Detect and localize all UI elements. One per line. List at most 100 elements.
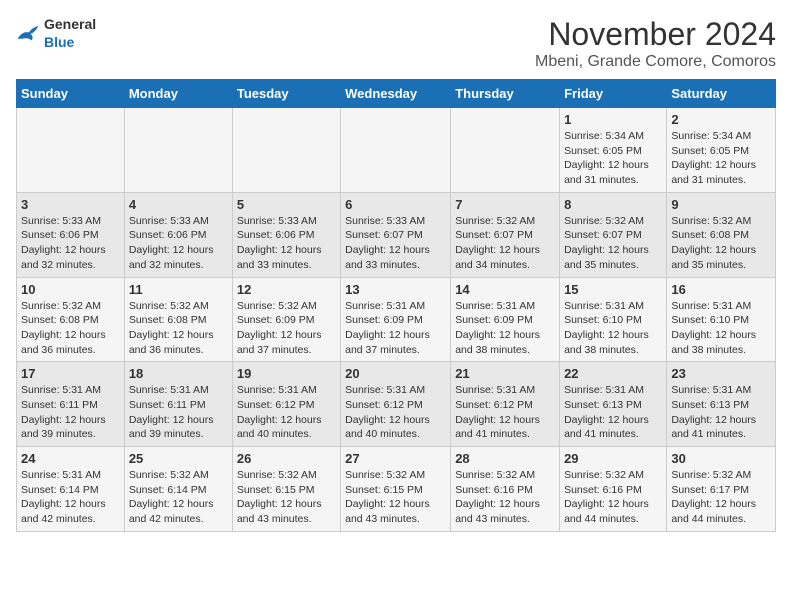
day-number: 18 [129, 366, 228, 381]
day-info: Sunrise: 5:32 AM Sunset: 6:09 PM Dayligh… [237, 299, 336, 358]
day-number: 9 [671, 197, 771, 212]
day-info: Sunrise: 5:33 AM Sunset: 6:07 PM Dayligh… [345, 214, 446, 273]
calendar-table: SundayMondayTuesdayWednesdayThursdayFrid… [16, 79, 776, 532]
day-number: 10 [21, 282, 120, 297]
calendar-week-1: 1Sunrise: 5:34 AM Sunset: 6:05 PM Daylig… [17, 108, 776, 193]
calendar-day-cell: 20 Sunrise: 5:31 AM Sunset: 6:12 PM Dayli… [341, 362, 451, 447]
day-number: 15 [564, 282, 662, 297]
day-number: 27 [345, 451, 446, 466]
calendar-header-wednesday: Wednesday [341, 80, 451, 108]
day-number: 23 [671, 366, 771, 381]
day-number: 29 [564, 451, 662, 466]
day-number: 6 [345, 197, 446, 212]
calendar-day-cell: 3Sunrise: 5:33 AM Sunset: 6:06 PM Daylig… [17, 192, 125, 277]
calendar-header-monday: Monday [124, 80, 232, 108]
day-info: Sunrise: 5:32 AM Sunset: 6:14 PM Dayligh… [129, 468, 228, 527]
calendar-header-saturday: Saturday [667, 80, 776, 108]
calendar-week-4: 17 Sunrise: 5:31 AM Sunset: 6:11 PM Dayli… [17, 362, 776, 447]
calendar-day-cell [232, 108, 340, 193]
day-info: Sunrise: 5:32 AM Sunset: 6:08 PM Dayligh… [21, 299, 120, 358]
calendar-day-cell: 1Sunrise: 5:34 AM Sunset: 6:05 PM Daylig… [560, 108, 667, 193]
day-info: Sunrise: 5:32 AM Sunset: 6:07 PM Dayligh… [564, 214, 662, 273]
day-number: 12 [237, 282, 336, 297]
title-area: November 2024 Mbeni, Grande Comore, Como… [535, 16, 776, 71]
calendar-day-cell: 19Sunrise: 5:31 AM Sunset: 6:12 PM Dayli… [232, 362, 340, 447]
calendar-day-cell: 2 Sunrise: 5:34 AM Sunset: 6:05 PM Daylig… [667, 108, 776, 193]
day-info: Sunrise: 5:31 AM Sunset: 6:10 PM Dayligh… [671, 299, 771, 358]
calendar-week-5: 24 Sunrise: 5:31 AM Sunset: 6:14 PM Dayli… [17, 447, 776, 532]
calendar-day-cell: 5 Sunrise: 5:33 AM Sunset: 6:06 PM Daylig… [232, 192, 340, 277]
calendar-day-cell: 23Sunrise: 5:31 AM Sunset: 6:13 PM Dayli… [667, 362, 776, 447]
day-info: Sunrise: 5:33 AM Sunset: 6:06 PM Dayligh… [129, 214, 228, 273]
day-number: 5 [237, 197, 336, 212]
calendar-day-cell: 27 Sunrise: 5:32 AM Sunset: 6:15 PM Dayli… [341, 447, 451, 532]
calendar-day-cell: 17 Sunrise: 5:31 AM Sunset: 6:11 PM Dayli… [17, 362, 125, 447]
calendar-day-cell: 10 Sunrise: 5:32 AM Sunset: 6:08 PM Dayli… [17, 277, 125, 362]
calendar-day-cell: 6 Sunrise: 5:33 AM Sunset: 6:07 PM Daylig… [341, 192, 451, 277]
day-info: Sunrise: 5:31 AM Sunset: 6:13 PM Dayligh… [564, 383, 662, 442]
header: General Blue November 2024 Mbeni, Grande… [16, 16, 776, 71]
calendar-day-cell: 22Sunrise: 5:31 AM Sunset: 6:13 PM Dayli… [560, 362, 667, 447]
day-info: Sunrise: 5:31 AM Sunset: 6:09 PM Dayligh… [455, 299, 555, 358]
day-number: 14 [455, 282, 555, 297]
day-info: Sunrise: 5:32 AM Sunset: 6:16 PM Dayligh… [564, 468, 662, 527]
calendar-day-cell: 18 Sunrise: 5:31 AM Sunset: 6:11 PM Dayli… [124, 362, 232, 447]
calendar-day-cell [17, 108, 125, 193]
day-number: 25 [129, 451, 228, 466]
day-number: 28 [455, 451, 555, 466]
calendar-header-tuesday: Tuesday [232, 80, 340, 108]
day-info: Sunrise: 5:33 AM Sunset: 6:06 PM Dayligh… [237, 214, 336, 273]
calendar-day-cell: 4 Sunrise: 5:33 AM Sunset: 6:06 PM Daylig… [124, 192, 232, 277]
calendar-header-sunday: Sunday [17, 80, 125, 108]
day-info: Sunrise: 5:31 AM Sunset: 6:11 PM Dayligh… [129, 383, 228, 442]
calendar-day-cell: 14 Sunrise: 5:31 AM Sunset: 6:09 PM Dayli… [451, 277, 560, 362]
day-info: Sunrise: 5:31 AM Sunset: 6:14 PM Dayligh… [21, 468, 120, 527]
day-number: 26 [237, 451, 336, 466]
calendar-day-cell: 9 Sunrise: 5:32 AM Sunset: 6:08 PM Daylig… [667, 192, 776, 277]
day-number: 4 [129, 197, 228, 212]
page-title: November 2024 [535, 16, 776, 53]
calendar-day-cell [451, 108, 560, 193]
day-info: Sunrise: 5:31 AM Sunset: 6:10 PM Dayligh… [564, 299, 662, 358]
day-number: 17 [21, 366, 120, 381]
calendar-day-cell: 24 Sunrise: 5:31 AM Sunset: 6:14 PM Dayli… [17, 447, 125, 532]
day-number: 13 [345, 282, 446, 297]
calendar-day-cell: 30Sunrise: 5:32 AM Sunset: 6:17 PM Dayli… [667, 447, 776, 532]
day-info: Sunrise: 5:32 AM Sunset: 6:16 PM Dayligh… [455, 468, 555, 527]
calendar-day-cell: 16 Sunrise: 5:31 AM Sunset: 6:10 PM Dayli… [667, 277, 776, 362]
day-info: Sunrise: 5:31 AM Sunset: 6:12 PM Dayligh… [455, 383, 555, 442]
logo-general: General [44, 16, 96, 32]
day-info: Sunrise: 5:32 AM Sunset: 6:15 PM Dayligh… [345, 468, 446, 527]
calendar-day-cell: 12 Sunrise: 5:32 AM Sunset: 6:09 PM Dayli… [232, 277, 340, 362]
day-info: Sunrise: 5:31 AM Sunset: 6:12 PM Dayligh… [345, 383, 446, 442]
calendar-day-cell: 26 Sunrise: 5:32 AM Sunset: 6:15 PM Dayli… [232, 447, 340, 532]
day-number: 3 [21, 197, 120, 212]
day-info: Sunrise: 5:32 AM Sunset: 6:08 PM Dayligh… [129, 299, 228, 358]
logo-bird-icon [16, 24, 40, 44]
day-number: 24 [21, 451, 120, 466]
day-info: Sunrise: 5:32 AM Sunset: 6:08 PM Dayligh… [671, 214, 771, 273]
calendar-day-cell: 21Sunrise: 5:31 AM Sunset: 6:12 PM Dayli… [451, 362, 560, 447]
day-number: 11 [129, 282, 228, 297]
calendar-header-friday: Friday [560, 80, 667, 108]
day-info: Sunrise: 5:31 AM Sunset: 6:11 PM Dayligh… [21, 383, 120, 442]
day-number: 16 [671, 282, 771, 297]
calendar-day-cell: 28 Sunrise: 5:32 AM Sunset: 6:16 PM Dayli… [451, 447, 560, 532]
calendar-day-cell: 25 Sunrise: 5:32 AM Sunset: 6:14 PM Dayli… [124, 447, 232, 532]
calendar-day-cell: 7Sunrise: 5:32 AM Sunset: 6:07 PM Daylig… [451, 192, 560, 277]
day-number: 2 [671, 112, 771, 127]
calendar-day-cell: 11 Sunrise: 5:32 AM Sunset: 6:08 PM Dayli… [124, 277, 232, 362]
calendar-week-3: 10 Sunrise: 5:32 AM Sunset: 6:08 PM Dayli… [17, 277, 776, 362]
day-info: Sunrise: 5:34 AM Sunset: 6:05 PM Dayligh… [671, 129, 771, 188]
calendar-day-cell [341, 108, 451, 193]
day-info: Sunrise: 5:34 AM Sunset: 6:05 PM Dayligh… [564, 129, 662, 188]
logo-text: General Blue [44, 16, 96, 52]
page-subtitle: Mbeni, Grande Comore, Comoros [535, 53, 776, 71]
calendar-day-cell: 29 Sunrise: 5:32 AM Sunset: 6:16 PM Dayli… [560, 447, 667, 532]
day-number: 20 [345, 366, 446, 381]
logo-blue: Blue [44, 34, 74, 50]
day-info: Sunrise: 5:32 AM Sunset: 6:17 PM Dayligh… [671, 468, 771, 527]
day-number: 7 [455, 197, 555, 212]
day-info: Sunrise: 5:32 AM Sunset: 6:15 PM Dayligh… [237, 468, 336, 527]
day-number: 19 [237, 366, 336, 381]
